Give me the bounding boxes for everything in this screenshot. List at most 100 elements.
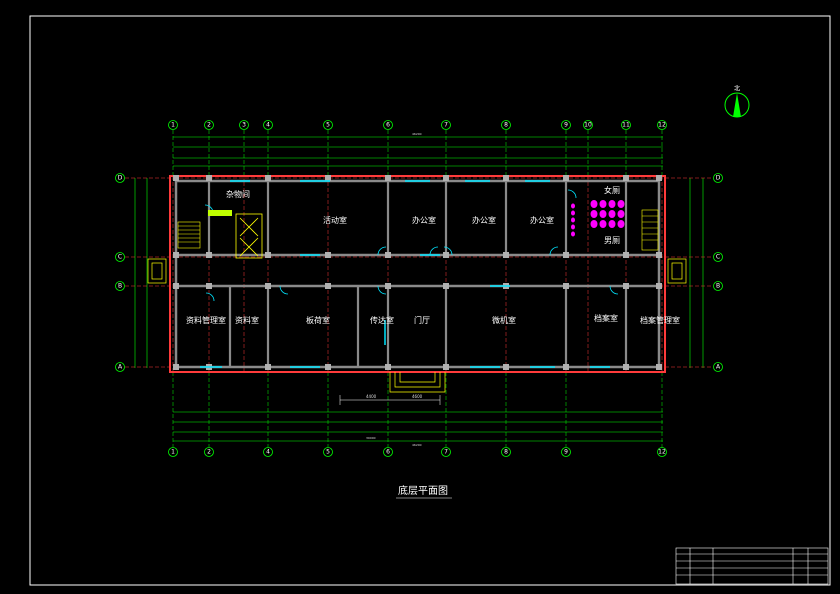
svg-text:9: 9: [564, 449, 568, 456]
urinal-fixture: [571, 231, 575, 237]
column: [623, 252, 629, 258]
entrance-dimension: [339, 395, 441, 405]
svg-text:8: 8: [504, 449, 508, 456]
svg-text:2: 2: [207, 449, 211, 456]
column: [265, 283, 271, 289]
room-label-archive: 档案室: [594, 313, 618, 323]
room-label-storage: 杂物间: [226, 189, 250, 199]
svg-text:8: 8: [504, 122, 508, 129]
axis-bubble-top-4: 4: [263, 120, 273, 130]
column: [656, 283, 662, 289]
column: [385, 364, 391, 370]
room-label-lobby: 门厅: [414, 315, 430, 325]
svg-text:1: 1: [171, 449, 175, 456]
svg-text:7: 7: [444, 122, 448, 129]
staircase-left: [177, 221, 201, 249]
hatched-area: [208, 210, 232, 216]
axis-bubble-bottom-5: 5: [323, 447, 333, 457]
column: [443, 175, 449, 181]
elevator-shaft: [235, 213, 263, 259]
column: [563, 252, 569, 258]
column: [173, 364, 179, 370]
column: [443, 364, 449, 370]
column: [265, 252, 271, 258]
bottom-total-dimension: 39000: [366, 436, 376, 440]
room-label-data-management: 资料管理室: [186, 315, 226, 325]
svg-text:3: 3: [242, 122, 246, 129]
column: [173, 252, 179, 258]
urinal-fixture: [571, 210, 575, 216]
room-label-activity: 活动室: [323, 215, 347, 225]
axis-bubble-bottom-7: 7: [441, 447, 451, 457]
toilet-fixture: [590, 210, 598, 218]
axis-bubble-bottom-6: 6: [383, 447, 393, 457]
svg-text:B: B: [716, 283, 720, 290]
side-dimensions: [134, 178, 704, 368]
column: [623, 364, 629, 370]
axis-bubble-left-B: B: [115, 281, 125, 291]
svg-text:C: C: [716, 254, 720, 261]
windows: [200, 180, 610, 368]
north-label: 北: [734, 85, 740, 93]
column: [563, 364, 569, 370]
room-label-computer: 微机室: [492, 315, 516, 325]
axis-bubble-right-C: C: [713, 252, 723, 262]
column: [623, 283, 629, 289]
toilet-fixtures: [571, 200, 625, 237]
svg-text:7: 7: [444, 449, 448, 456]
axis-bubble-top-12: 12: [657, 120, 667, 130]
axis-bubble-left-C: C: [115, 252, 125, 262]
column: [503, 175, 509, 181]
column: [385, 175, 391, 181]
svg-text:12: 12: [658, 449, 666, 456]
column: [206, 252, 212, 258]
toilet-fixture: [608, 220, 616, 228]
column: [503, 364, 509, 370]
column: [325, 364, 331, 370]
column: [173, 175, 179, 181]
entrance-dim-left: 4400: [366, 394, 377, 399]
svg-text:D: D: [716, 175, 721, 182]
top-dimensions: [173, 136, 663, 167]
svg-text:12: 12: [658, 122, 666, 129]
column: [385, 283, 391, 289]
svg-text:A: A: [118, 364, 123, 371]
svg-text:1: 1: [171, 122, 175, 129]
svg-text:D: D: [118, 175, 123, 182]
column: [206, 283, 212, 289]
partition-walls: [207, 181, 628, 367]
bottom-dimensions: [173, 411, 663, 442]
title-block: [675, 547, 829, 585]
toilet-fixture: [617, 220, 625, 228]
axis-bubble-top-11: 11: [621, 120, 631, 130]
axis-bubble-top-3: 3: [239, 120, 249, 130]
column: [173, 283, 179, 289]
axis-bubble-right-B: B: [713, 281, 723, 291]
svg-text:C: C: [118, 254, 122, 261]
column: [265, 364, 271, 370]
staircase-right: [641, 209, 659, 251]
toilet-fixture: [599, 200, 607, 208]
room-label-reception: 传达室: [370, 315, 394, 325]
axis-bubble-left-A: A: [115, 362, 125, 372]
axis-bubble-top-10: 10: [583, 120, 593, 130]
svg-text:5: 5: [326, 449, 330, 456]
column: [563, 283, 569, 289]
toilet-fixture: [599, 220, 607, 228]
column: [265, 175, 271, 181]
axis-bubble-top-1: 1: [168, 120, 178, 130]
side-entrance-left: [147, 258, 167, 284]
svg-text:10: 10: [584, 122, 592, 129]
column: [443, 252, 449, 258]
svg-text:2: 2: [207, 122, 211, 129]
room-label-archive-management: 档案管理室: [640, 315, 680, 325]
column: [656, 252, 662, 258]
entrance-dim-right: 4600: [412, 394, 423, 399]
axis-bubble-bottom-12: 12: [657, 447, 667, 457]
svg-text:4: 4: [266, 122, 270, 129]
axis-bubble-right-D: D: [713, 173, 723, 183]
axis-bubble-top-5: 5: [323, 120, 333, 130]
axis-bubble-top-6: 6: [383, 120, 393, 130]
toilet-fixture: [617, 200, 625, 208]
floor-plan-drawing: 北 46200 39000 46200 1 2 3 4 5 6 7 8 9 10…: [29, 15, 831, 586]
